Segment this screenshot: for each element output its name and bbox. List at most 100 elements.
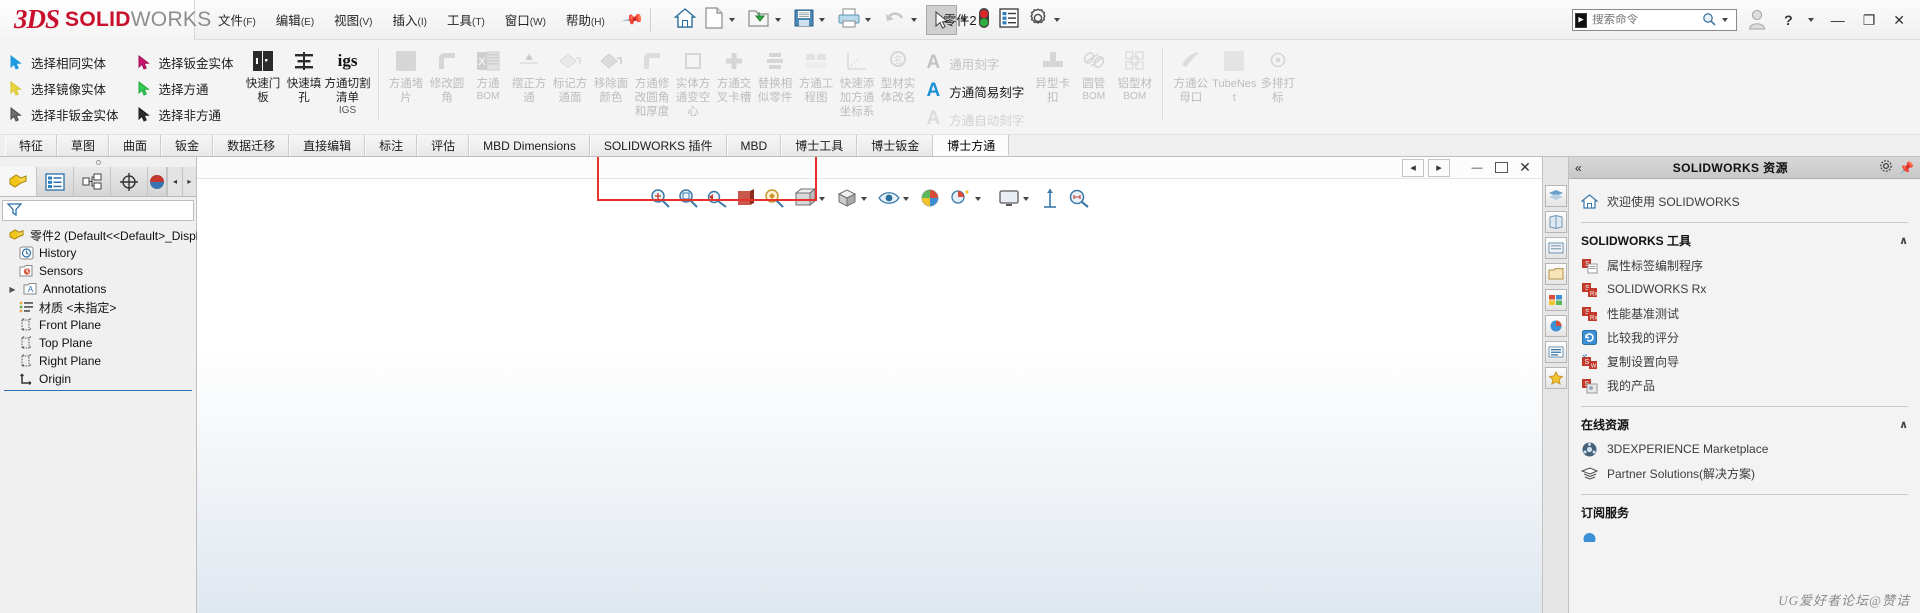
mark-tube-face-button[interactable]: 标记方通面 (550, 43, 591, 105)
next-view-button[interactable]: ▸ (1428, 158, 1450, 177)
remove-face-color-button[interactable]: 移除面颜色 (591, 43, 632, 105)
view-settings-button[interactable] (995, 186, 1035, 212)
tree-item-right-plane[interactable]: Right Plane (2, 352, 196, 370)
edit-appearance-button[interactable] (917, 186, 945, 212)
solidworks-forum-icon[interactable] (1544, 341, 1567, 363)
subscription-item-partial[interactable] (1581, 525, 1908, 549)
command-search-box[interactable]: ▶ (1572, 9, 1738, 31)
select-tube-button[interactable]: 选择方通 (128, 75, 243, 101)
menu-view[interactable]: 视图(V) (325, 5, 381, 34)
chevron-down-icon[interactable] (1722, 18, 1729, 22)
tube-auto-engrave-button[interactable]: A 方通自动刻字 (919, 105, 1033, 133)
solidworks-rx-link[interactable]: S Rx SOLIDWORKS Rx (1581, 277, 1908, 301)
menu-edit[interactable]: 编辑(E) (267, 5, 323, 34)
restore-document-button[interactable] (1490, 159, 1512, 177)
pushpin-icon[interactable]: 📌 (621, 8, 644, 32)
welcome-solidworks-link[interactable]: 欢迎使用 SOLIDWORKS (1581, 189, 1908, 213)
modify-corner-thickness-button[interactable]: 方通修改圆角和厚度 (632, 43, 673, 119)
tube-simple-engrave-button[interactable]: A 方通简易刻字 (919, 77, 1033, 105)
graphics-area[interactable]: ◂ ▸ — ✕ (197, 157, 1542, 613)
tab-solidworks-addins[interactable]: SOLIDWORKS 插件 (589, 135, 727, 156)
my-products-link[interactable]: S 我的产品 (1581, 373, 1908, 397)
section-subscription-services[interactable]: 订阅服务 (1581, 502, 1908, 522)
dimxpert-manager-tab[interactable] (110, 167, 148, 196)
chevron-down-icon[interactable] (1807, 18, 1814, 22)
tab-sheetmetal[interactable]: 钣金 (161, 135, 214, 156)
task-pane-resources-icon[interactable] (1544, 185, 1567, 207)
chevron-down-icon[interactable] (860, 197, 867, 201)
tree-item-part[interactable]: 零件2 (Default<<Default>_Display St (2, 226, 226, 244)
section-view-button[interactable] (733, 186, 759, 212)
close-document-button[interactable]: ✕ (1514, 159, 1536, 177)
custom-properties-icon[interactable] (1544, 315, 1567, 337)
aluminum-profile-bom-button[interactable]: 铝型材 BOM (1114, 43, 1155, 103)
tree-item-sensors[interactable]: Sensors (2, 262, 196, 280)
tube-bom-button[interactable]: X 方通 BOM (468, 43, 509, 103)
measure-button[interactable] (1065, 186, 1093, 212)
fm-tab-next-button[interactable]: ▸ (181, 167, 197, 196)
feature-tree-tab[interactable] (0, 167, 37, 196)
select-arrow-icon[interactable] (926, 4, 958, 35)
tab-features[interactable]: 特征 (5, 135, 58, 156)
solid-tube-to-hollow-button[interactable]: 实体方通变空心 (673, 43, 714, 119)
tab-boshi-tube[interactable]: 博士方通 (933, 135, 1010, 156)
display-manager-tab[interactable] (147, 167, 168, 196)
tube-cap-button[interactable]: 方通堵片 (386, 43, 427, 105)
chevron-down-icon[interactable] (911, 17, 918, 22)
performance-benchmark-link[interactable]: S Rx 性能基准测试 (1581, 301, 1908, 325)
appearances-scenes-icon[interactable] (1544, 289, 1567, 311)
panel-splitter[interactable] (0, 157, 196, 167)
select-non-sheetmetal-body-button[interactable]: 选择非钣金实体 (0, 101, 128, 127)
prev-view-button[interactable]: ◂ (1402, 158, 1424, 177)
tab-boshi-tools[interactable]: 博士工具 (781, 135, 858, 156)
menu-tools[interactable]: 工具(T) (438, 5, 494, 34)
tube-drawing-button[interactable]: 方通工程图 (796, 43, 837, 105)
tab-sketch[interactable]: 草图 (57, 135, 110, 156)
chevron-up-icon[interactable]: ∧ (1899, 234, 1908, 247)
open-document-button[interactable] (744, 4, 790, 36)
compare-my-score-link[interactable]: 比较我的评分 (1581, 325, 1908, 349)
menu-help[interactable]: 帮助(H) (557, 5, 614, 34)
user-account-icon[interactable] (1741, 8, 1773, 33)
chevron-down-icon[interactable] (729, 17, 736, 22)
copy-settings-wizard-link[interactable]: SW 复制设置向导 (1581, 349, 1908, 373)
quick-fill-hole-button[interactable]: 快速填孔 (284, 43, 325, 105)
section-solidworks-tools[interactable]: SOLIDWORKS 工具 ∧ (1581, 230, 1908, 250)
replace-similar-part-button[interactable]: 替换相似零件 (755, 43, 796, 105)
property-tab-builder-link[interactable]: S 属性标签编制程序 (1581, 253, 1908, 277)
options-button[interactable] (1023, 4, 1069, 36)
save-button[interactable] (790, 4, 834, 36)
tab-surfaces[interactable]: 曲面 (109, 135, 162, 156)
rename-profile-body-button[interactable]: 名 型材实体改名 (878, 43, 919, 105)
home-button[interactable] (670, 4, 700, 36)
double-chevron-left-icon[interactable]: « (1575, 161, 1582, 175)
tube-cross-slot-button[interactable]: 方通交叉卡槽 (714, 43, 755, 105)
apply-scene-button[interactable] (947, 186, 987, 212)
tab-annotation[interactable]: 标注 (365, 135, 418, 156)
help-button[interactable]: ? (1777, 10, 1800, 30)
new-document-button[interactable] (700, 4, 744, 36)
chevron-down-icon[interactable] (902, 197, 909, 201)
restore-button[interactable]: ❐ (1856, 10, 1883, 31)
zoom-to-area-button[interactable] (675, 186, 701, 212)
hide-show-items-button[interactable] (875, 186, 915, 212)
feature-tree-filter[interactable] (2, 200, 194, 221)
search-icon[interactable] (1702, 12, 1716, 29)
tree-item-history[interactable]: History (2, 244, 196, 262)
chevron-up-icon[interactable]: ∧ (1899, 418, 1908, 431)
chevron-down-icon[interactable] (775, 17, 782, 22)
favorites-icon[interactable] (1544, 367, 1567, 389)
partner-solutions-link[interactable]: Partner Solutions(解决方案) (1581, 461, 1908, 485)
tree-expander[interactable]: ▶ (8, 285, 17, 294)
pushpin-icon[interactable]: 📌 (1899, 161, 1914, 175)
tree-item-origin[interactable]: Origin (2, 370, 196, 388)
tree-item-material[interactable]: 材质 <未指定> (2, 298, 196, 316)
configuration-manager-tab[interactable] (73, 167, 111, 196)
add-tube-coordinate-system-button[interactable]: 快速添加方通坐标系 (837, 43, 878, 119)
select-mirror-body-button[interactable]: 选择镜像实体 (0, 75, 128, 101)
tree-item-front-plane[interactable]: Front Plane (2, 316, 196, 334)
tab-mbd-dimensions[interactable]: MBD Dimensions (469, 135, 590, 156)
design-library-icon[interactable] (1544, 211, 1567, 233)
tab-direct-editing[interactable]: 直接编辑 (289, 135, 366, 156)
minimize-button[interactable]: — (1824, 10, 1852, 30)
